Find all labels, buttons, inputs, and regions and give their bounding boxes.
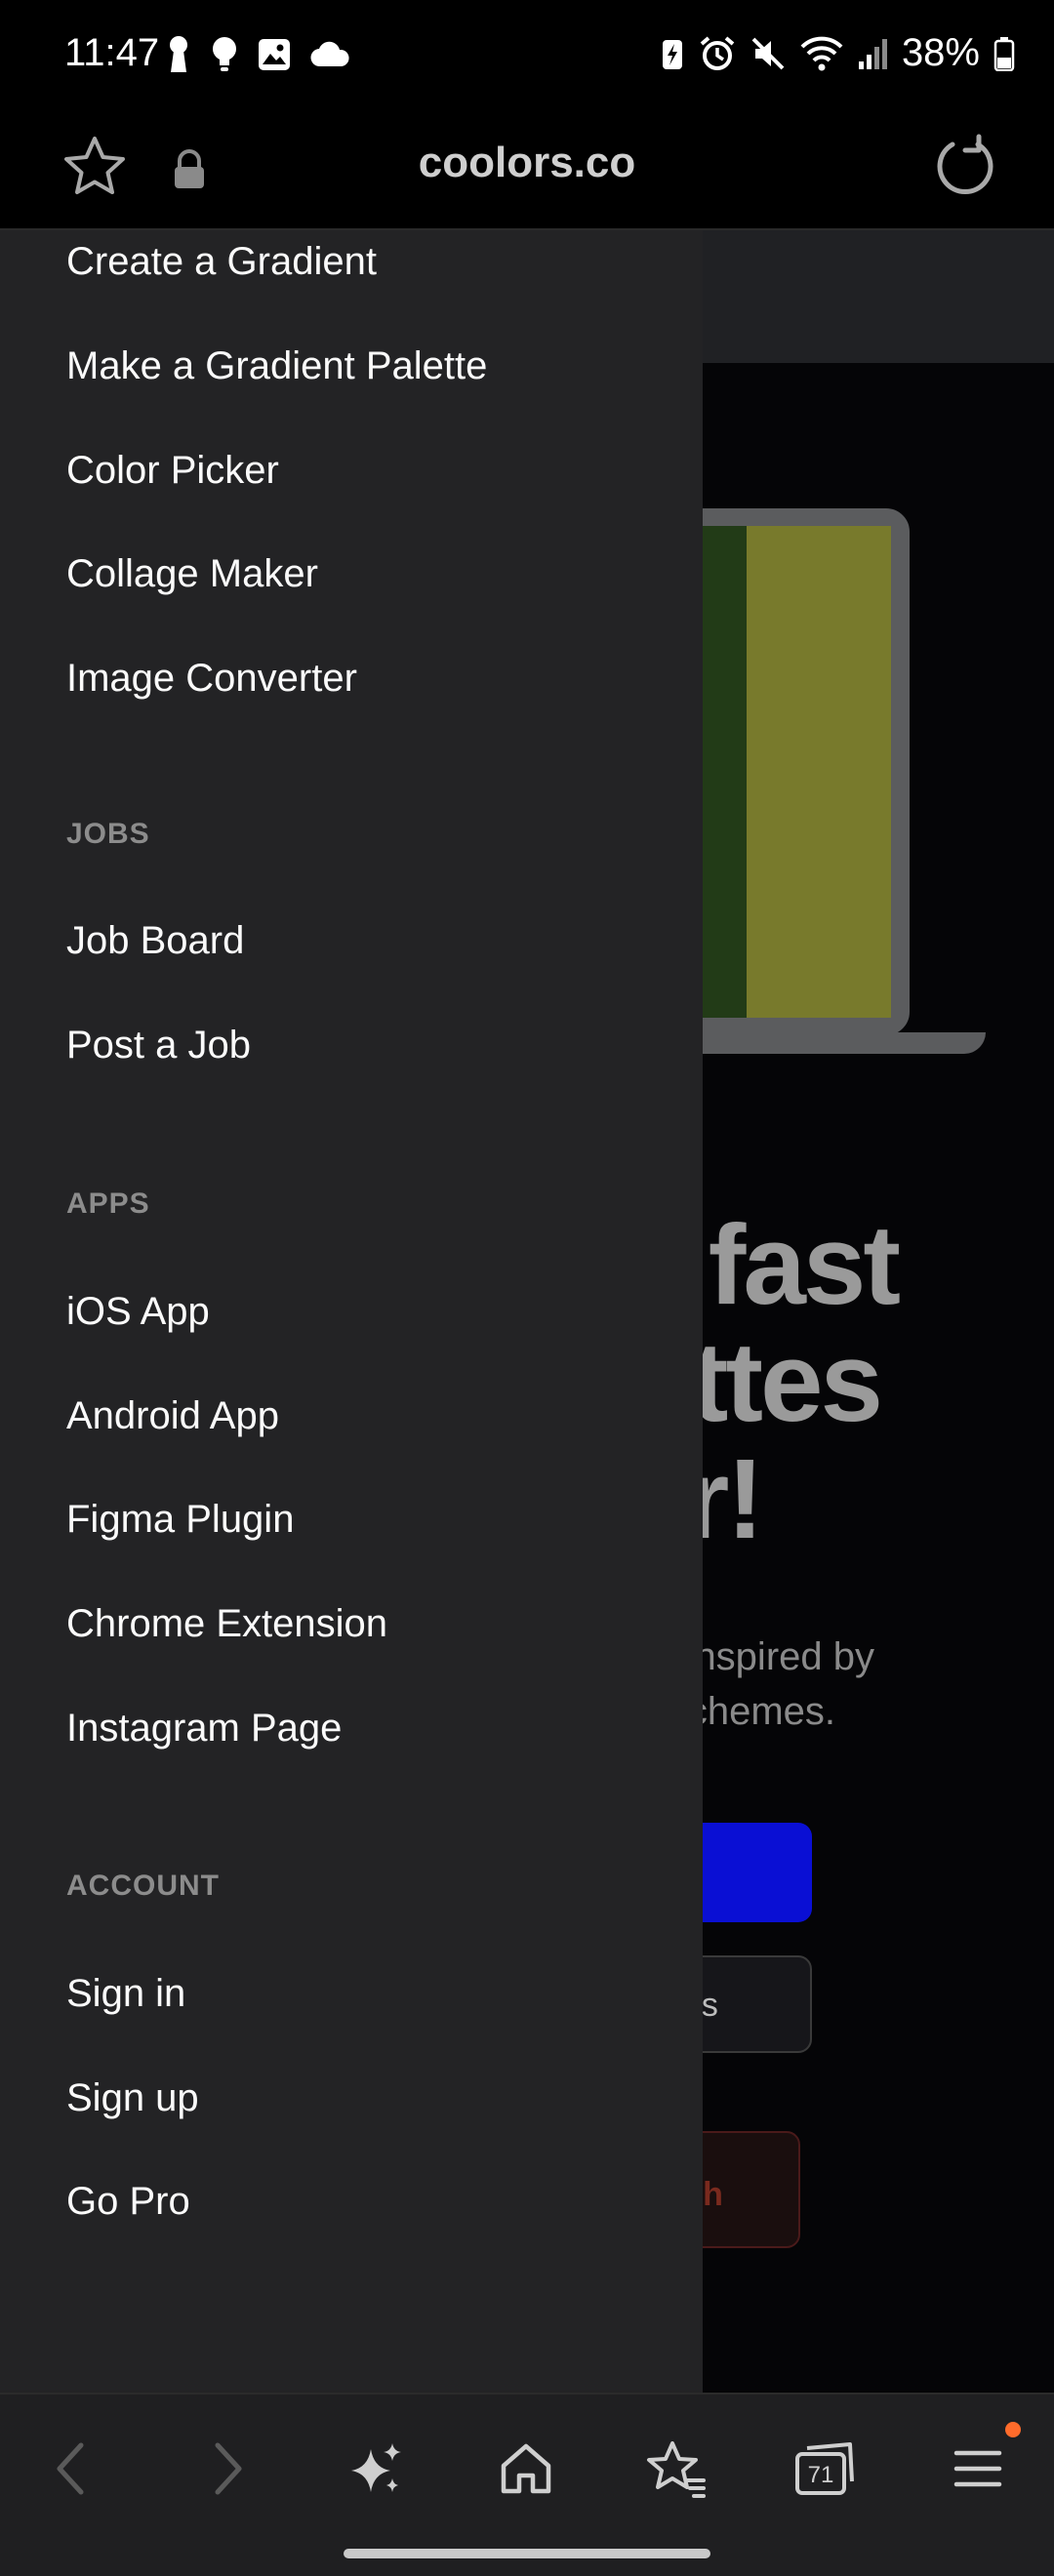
menu-icon[interactable] [939, 2430, 1017, 2508]
lightbulb-icon [213, 37, 236, 71]
forward-icon[interactable] [187, 2430, 265, 2508]
back-icon[interactable] [33, 2430, 111, 2508]
drawer-item-instagram-page[interactable]: Instagram Page [66, 1707, 342, 1751]
cloud-icon [310, 41, 349, 67]
battery-saver-icon [662, 39, 682, 69]
section-header-jobs: JOBS [66, 818, 150, 850]
drawer-item-android-app[interactable]: Android App [66, 1394, 279, 1438]
status-notification-icons [166, 35, 349, 74]
tabs-count: 71 [808, 2462, 834, 2488]
drawer-item-create-gradient[interactable]: Create a Gradient [66, 240, 377, 284]
bookmarks-icon[interactable] [637, 2430, 715, 2508]
home-indicator[interactable] [344, 2549, 710, 2558]
drawer-item-go-pro[interactable]: Go Pro [66, 2180, 190, 2224]
home-icon[interactable] [487, 2430, 565, 2508]
keyhole-icon [170, 36, 187, 72]
signal-icon [858, 38, 887, 69]
wifi-icon [800, 36, 843, 70]
drawer-item-collage-maker[interactable]: Collage Maker [66, 552, 318, 596]
gallery-icon [259, 39, 290, 70]
status-system-icons: 38% [660, 31, 1015, 75]
browser-top-bar: coolors.co [0, 109, 1054, 230]
alarm-icon [700, 35, 735, 70]
drawer-item-job-board[interactable]: Job Board [66, 919, 244, 963]
drawer-item-ios-app[interactable]: iOS App [66, 1290, 210, 1334]
navigation-drawer: Create a Gradient Make a Gradient Palett… [0, 230, 703, 2393]
ai-sparkle-icon[interactable] [338, 2430, 416, 2508]
reload-icon[interactable] [927, 131, 999, 203]
notification-dot [1005, 2422, 1021, 2437]
drawer-item-gradient-palette[interactable]: Make a Gradient Palette [66, 344, 487, 388]
drawer-item-figma-plugin[interactable]: Figma Plugin [66, 1498, 294, 1542]
drawer-item-sign-up[interactable]: Sign up [66, 2076, 199, 2120]
battery-icon [993, 36, 1015, 71]
battery-percentage: 38% [901, 31, 980, 74]
tabs-icon[interactable]: 71 [787, 2430, 865, 2508]
section-header-account: ACCOUNT [66, 1870, 220, 1902]
mute-icon [751, 37, 785, 69]
drawer-item-post-job[interactable]: Post a Job [66, 1024, 251, 1067]
url-text[interactable]: coolors.co [0, 139, 1054, 187]
status-time: 11:47 [64, 31, 160, 74]
status-bar: 11:47 38% [0, 0, 1054, 109]
section-header-apps: APPS [66, 1187, 150, 1220]
drawer-item-sign-in[interactable]: Sign in [66, 1972, 185, 2016]
palette-swatch [747, 526, 891, 1018]
drawer-item-chrome-extension[interactable]: Chrome Extension [66, 1602, 387, 1646]
drawer-item-color-picker[interactable]: Color Picker [66, 449, 279, 493]
drawer-item-image-converter[interactable]: Image Converter [66, 657, 357, 701]
